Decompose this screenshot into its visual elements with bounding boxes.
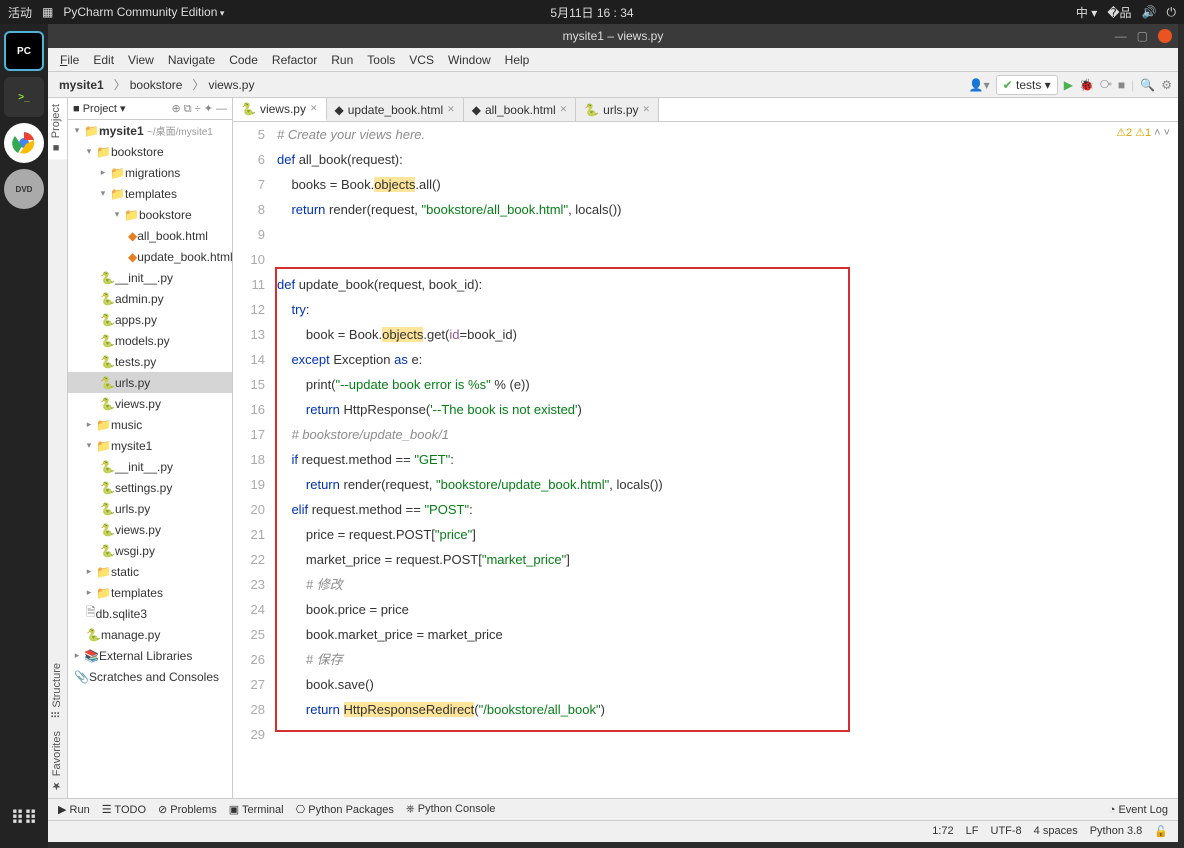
dock: PC >_ DVD ⠿⠿ xyxy=(0,24,48,848)
pycharm-icon: ▦ xyxy=(42,5,53,19)
encoding[interactable]: UTF-8 xyxy=(991,825,1022,838)
navigation-bar: mysite1 bookstore views.py 👤▾ ✔ tests ▾ … xyxy=(48,72,1178,98)
status-bar: 1:72 LF UTF-8 4 spaces Python 3.8 🔓 xyxy=(48,820,1178,842)
event-log-tool[interactable]: ◔ Event Log xyxy=(1109,804,1168,816)
menu-code[interactable]: Code xyxy=(225,51,262,69)
app-menu[interactable]: PyCharm Community Edition xyxy=(63,5,224,19)
run-config-select[interactable]: ✔ tests ▾ xyxy=(996,75,1058,95)
launcher-pycharm[interactable]: PC xyxy=(4,31,44,71)
menu-window[interactable]: Window xyxy=(444,51,495,69)
close-icon[interactable]: ✕ xyxy=(447,104,455,115)
editor-tabs: 🐍 views.py ✕ ◆ update_book.html ✕ ◆ all_… xyxy=(233,98,1178,122)
close-icon[interactable] xyxy=(1158,29,1172,43)
indent[interactable]: 4 spaces xyxy=(1034,825,1078,838)
interpreter[interactable]: Python 3.8 xyxy=(1090,825,1143,838)
menu-edit[interactable]: Edit xyxy=(89,51,118,69)
cursor-position[interactable]: 1:72 xyxy=(932,825,953,838)
stop-icon[interactable]: ■ xyxy=(1118,78,1125,92)
menu-refactor[interactable]: Refactor xyxy=(268,51,321,69)
chevron-up-icon[interactable]: ˄ xyxy=(1154,127,1160,139)
launcher-apps-grid[interactable]: ⠿⠿ xyxy=(4,798,44,838)
code-editor[interactable]: 5678910111213141516171819202122232425262… xyxy=(233,122,1178,798)
run-tool[interactable]: ▶ Run xyxy=(58,803,90,816)
minimize-icon[interactable]: — xyxy=(1115,29,1127,43)
menu-run[interactable]: Run xyxy=(327,51,357,69)
network-icon[interactable]: �品 xyxy=(1107,4,1131,21)
tab-update-book[interactable]: ◆ update_book.html ✕ xyxy=(327,98,464,121)
close-icon[interactable]: ✕ xyxy=(310,103,318,114)
bottom-toolwindow-bar: ▶ Run ☰ TODO ⊘ Problems ▣ Terminal ⎔ Pyt… xyxy=(48,798,1178,820)
ime-indicator[interactable]: 中 ▾ xyxy=(1076,4,1097,21)
left-toolwindow-stripe: ■ Project ⠿ Structure ★ Favorites xyxy=(48,98,68,798)
breadcrumb-root[interactable]: mysite1 xyxy=(54,76,109,94)
problems-tool[interactable]: ⊘ Problems xyxy=(158,803,217,816)
todo-tool[interactable]: ☰ TODO xyxy=(102,803,146,816)
tab-urls[interactable]: 🐍 urls.py ✕ xyxy=(576,98,659,121)
favorites-tab[interactable]: ★ Favorites xyxy=(48,725,67,798)
menu-vcs[interactable]: VCS xyxy=(405,51,438,69)
selected-tree-node[interactable]: 🐍 urls.py xyxy=(68,372,232,393)
project-tab[interactable]: ■ Project xyxy=(48,98,67,159)
pycharm-window: mysite1 – views.py — ▢ FFileile Edit Vie… xyxy=(48,24,1178,842)
project-tree[interactable]: ▾📁 mysite1 ~/桌面/mysite1 ▾📁 bookstore ▸📁 … xyxy=(68,120,232,798)
menu-help[interactable]: Help xyxy=(501,51,534,69)
maximize-icon[interactable]: ▢ xyxy=(1137,29,1148,43)
launcher-dvd[interactable]: DVD xyxy=(4,169,44,209)
window-title: mysite1 – views.py xyxy=(563,29,664,43)
panel-title: ■ Project ▾ xyxy=(73,102,126,115)
close-icon[interactable]: ✕ xyxy=(643,104,651,115)
add-user-icon[interactable]: 👤▾ xyxy=(969,78,990,92)
line-separator[interactable]: LF xyxy=(966,825,979,838)
editor: 🐍 views.py ✕ ◆ update_book.html ✕ ◆ all_… xyxy=(233,98,1178,798)
search-icon[interactable]: 🔍 xyxy=(1140,78,1155,92)
menu-file[interactable]: FFileile xyxy=(56,51,83,69)
launcher-chrome[interactable] xyxy=(4,123,44,163)
launcher-terminal[interactable]: >_ xyxy=(4,77,44,117)
menu-view[interactable]: View xyxy=(124,51,158,69)
coverage-icon[interactable]: ⧂ xyxy=(1100,77,1112,92)
menu-tools[interactable]: Tools xyxy=(363,51,399,69)
clock[interactable]: 5月11日 16 : 34 xyxy=(550,4,633,21)
run-button[interactable]: ▶ xyxy=(1064,78,1073,92)
title-bar: mysite1 – views.py — ▢ xyxy=(48,24,1178,48)
menu-navigate[interactable]: Navigate xyxy=(164,51,219,69)
terminal-tool[interactable]: ▣ Terminal xyxy=(229,803,284,816)
warnings-indicator[interactable]: ⚠2 xyxy=(1116,126,1132,139)
panel-tools[interactable]: ⊕ ⧉ ÷ ✦ — xyxy=(171,102,227,116)
python-console-tool[interactable]: ⎈ Python Console xyxy=(406,803,496,816)
main-menu: FFileile Edit View Navigate Code Refacto… xyxy=(48,48,1178,72)
structure-tab[interactable]: ⠿ Structure xyxy=(48,657,67,725)
system-top-bar: 活动 ▦ PyCharm Community Edition 5月11日 16 … xyxy=(0,0,1184,24)
volume-icon[interactable]: 🔊 xyxy=(1142,5,1157,19)
close-icon[interactable]: ✕ xyxy=(560,104,568,115)
power-icon[interactable]: ⏻ xyxy=(1167,5,1177,20)
settings-icon[interactable]: ⚙ xyxy=(1161,78,1172,92)
tab-all-book[interactable]: ◆ all_book.html ✕ xyxy=(464,98,577,121)
breadcrumb-dir[interactable]: bookstore xyxy=(109,74,188,95)
lock-icon[interactable]: 🔓 xyxy=(1154,825,1168,838)
breadcrumb-file[interactable]: views.py xyxy=(187,74,259,95)
tab-views[interactable]: 🐍 views.py ✕ xyxy=(233,98,327,121)
weak-warnings-indicator[interactable]: ⚠1 xyxy=(1135,126,1151,139)
project-tool-window: ■ Project ▾ ⊕ ⧉ ÷ ✦ — ▾📁 mysite1 ~/桌面/my… xyxy=(68,98,233,798)
activities-button[interactable]: 活动 xyxy=(8,4,32,21)
python-packages-tool[interactable]: ⎔ Python Packages xyxy=(296,803,394,816)
sep: | xyxy=(1131,78,1134,92)
debug-button[interactable]: 🐞 xyxy=(1079,78,1094,92)
chevron-down-icon[interactable]: ˅ xyxy=(1164,127,1170,139)
